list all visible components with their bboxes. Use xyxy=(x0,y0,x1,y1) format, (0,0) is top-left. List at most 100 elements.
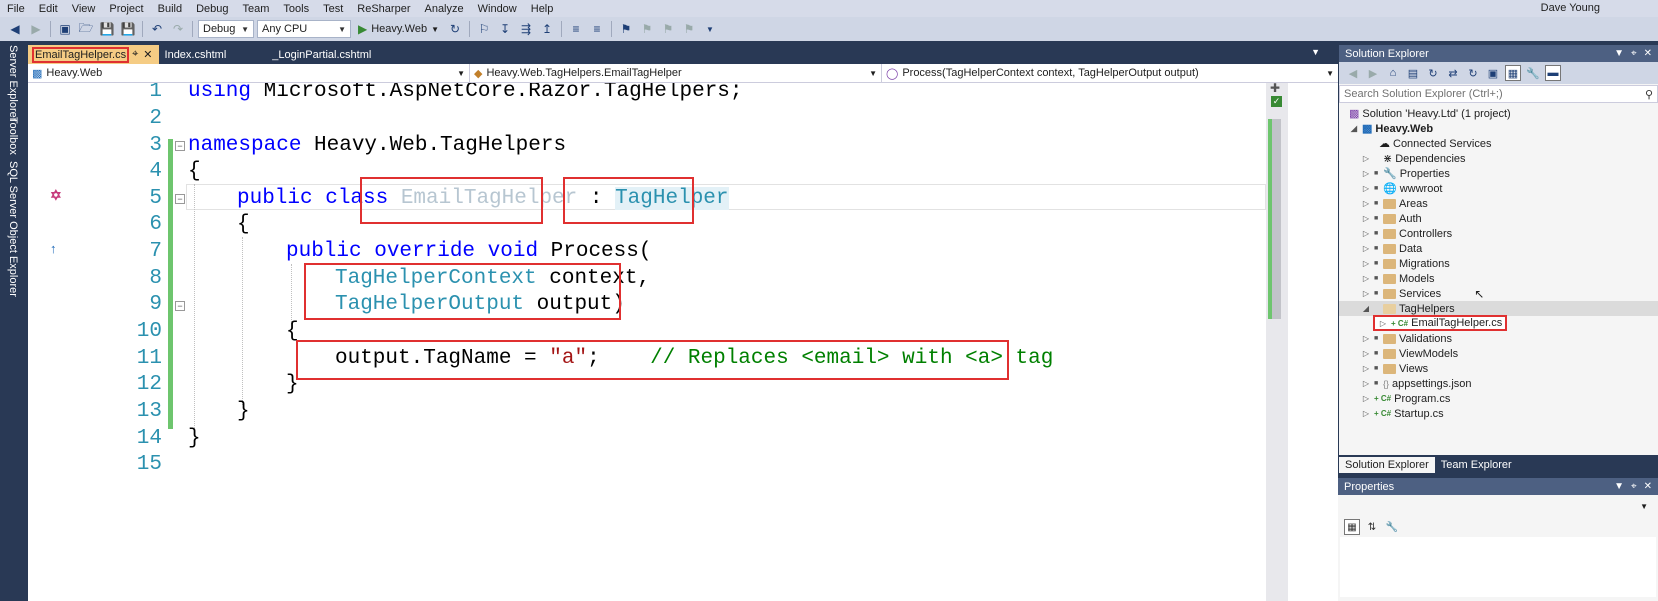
close-icon[interactable]: ✕ xyxy=(1644,48,1652,59)
collapsed-icon[interactable]: ▷ xyxy=(1361,274,1371,283)
properties-grid[interactable] xyxy=(1340,537,1656,597)
window-position-icon[interactable]: ▼ xyxy=(1614,481,1624,492)
back-icon[interactable]: ◀ xyxy=(6,20,24,38)
preview-icon[interactable]: ▬ xyxy=(1545,65,1561,81)
open-file-icon[interactable]: 🗁 xyxy=(77,20,95,38)
resharper-action-icon[interactable]: ✡ xyxy=(50,187,62,204)
start-debugging-button[interactable]: ▶ Heavy.Web ▼ xyxy=(354,22,443,36)
pin-icon[interactable]: ⌖ xyxy=(1631,481,1637,492)
tree-item[interactable]: ▷ ■ Views xyxy=(1361,361,1428,376)
tree-item[interactable]: ▷ ■ Services ↖ xyxy=(1361,286,1484,301)
browser-link-icon[interactable]: ⚐ xyxy=(475,20,493,38)
tree-item-selected[interactable]: ◢ TagHelpers xyxy=(1339,301,1658,316)
toolbar-overflow-icon[interactable]: ▼ xyxy=(701,20,719,38)
tab-loginpartial-cshtml[interactable]: _LoginPartial.cshtml xyxy=(266,45,377,64)
collapsed-icon[interactable]: ▷ xyxy=(1361,229,1371,238)
tree-item[interactable]: ▷ ■ Validations xyxy=(1361,331,1452,346)
menu-tools[interactable]: Tools xyxy=(276,3,316,15)
collapsed-icon[interactable]: ▷ xyxy=(1361,214,1371,223)
tree-item[interactable]: ▷ ■ Controllers xyxy=(1361,226,1452,241)
home-icon[interactable]: ⌂ xyxy=(1385,65,1401,81)
menu-file[interactable]: File xyxy=(0,3,32,15)
collapsed-icon[interactable]: ▷ xyxy=(1361,259,1371,268)
collapse-method-toggle[interactable]: − xyxy=(175,301,185,311)
menu-project[interactable]: Project xyxy=(102,3,150,15)
tree-item[interactable]: ▷ ■ Areas xyxy=(1361,196,1428,211)
configuration-select[interactable]: Debug ▼ xyxy=(198,20,254,38)
menu-help[interactable]: Help xyxy=(524,3,561,15)
properties-icon[interactable]: 🔧 xyxy=(1525,65,1541,81)
collapsed-icon[interactable]: ▷ xyxy=(1361,244,1371,253)
expanded-icon[interactable]: ◢ xyxy=(1361,304,1371,313)
collapse-all-icon[interactable]: ▣ xyxy=(1485,65,1501,81)
tree-item[interactable]: ☁ Connected Services xyxy=(1379,136,1491,151)
back-icon[interactable]: ◀ xyxy=(1345,65,1361,81)
collapse-namespace-toggle[interactable]: − xyxy=(175,141,185,151)
properties-object-select[interactable]: ▼ xyxy=(1342,497,1654,515)
tree-item[interactable]: ▷ + C# Startup.cs xyxy=(1361,406,1444,421)
clear-bookmarks-icon[interactable]: ⚑ xyxy=(680,20,698,38)
collapsed-icon[interactable]: ▷ xyxy=(1361,379,1371,388)
redo-icon[interactable]: ↷ xyxy=(169,20,187,38)
tab-team-explorer[interactable]: Team Explorer xyxy=(1435,457,1518,473)
tab-list-dropdown-icon[interactable]: ▼ xyxy=(1311,47,1320,57)
menu-edit[interactable]: Edit xyxy=(32,3,65,15)
tree-item[interactable]: ▷ + C# Program.cs xyxy=(1361,391,1450,406)
tree-item[interactable]: ▷ ■ Data xyxy=(1361,241,1422,256)
tree-item[interactable]: ▷ ■ Models xyxy=(1361,271,1435,286)
save-all-icon[interactable]: 💾 xyxy=(119,20,137,38)
toolbox-tab[interactable]: Toolbox xyxy=(7,117,19,155)
show-all-files-icon[interactable]: ▦ xyxy=(1505,65,1521,81)
sync-icon[interactable]: ⇄ xyxy=(1445,65,1461,81)
override-icon[interactable]: ↑ xyxy=(50,241,57,256)
collapsed-icon[interactable]: ▷ xyxy=(1378,319,1388,328)
collapse-class-toggle[interactable]: − xyxy=(175,194,185,204)
next-bookmark-icon[interactable]: ⚑ xyxy=(659,20,677,38)
scrollbar-thumb[interactable] xyxy=(1271,119,1281,319)
comment-icon[interactable]: ≡ xyxy=(567,20,585,38)
save-icon[interactable]: 💾 xyxy=(98,20,116,38)
bookmark-icon[interactable]: ⚑ xyxy=(617,20,635,38)
user-name[interactable]: Dave Young xyxy=(1541,2,1600,14)
menu-resharper[interactable]: ReSharper xyxy=(350,3,417,15)
pending-changes-icon[interactable]: ↻ xyxy=(1425,65,1441,81)
close-icon[interactable]: ✕ xyxy=(143,48,152,61)
refresh-icon[interactable]: ↻ xyxy=(1465,65,1481,81)
property-pages-icon[interactable]: 🔧 xyxy=(1384,519,1400,535)
menu-view[interactable]: View xyxy=(65,3,103,15)
collapsed-icon[interactable]: ▷ xyxy=(1361,394,1371,403)
sql-server-object-explorer-tab[interactable]: SQL Server Object Explorer xyxy=(7,161,19,297)
collapsed-icon[interactable]: ▷ xyxy=(1361,289,1371,298)
tree-item-emailtaghelper[interactable]: ▷ + C# EmailTagHelper.cs xyxy=(1373,315,1508,331)
editor-vertical-scrollbar[interactable]: ✚ ✓ xyxy=(1266,83,1288,601)
tab-emailtaghelper-cs[interactable]: EmailTagHelper.cs ⌖ ✕ xyxy=(28,45,159,64)
undo-icon[interactable]: ↶ xyxy=(148,20,166,38)
platform-select[interactable]: Any CPU ▼ xyxy=(257,20,351,38)
split-editor-icon[interactable]: ✚ xyxy=(1270,83,1280,95)
collapsed-icon[interactable]: ▷ xyxy=(1361,184,1371,193)
window-position-icon[interactable]: ▼ xyxy=(1614,48,1624,59)
collapsed-icon[interactable]: ▷ xyxy=(1361,364,1371,373)
alphabetical-icon[interactable]: ⇅ xyxy=(1364,519,1380,535)
tree-item[interactable]: ▷ ⋇ Dependencies xyxy=(1361,151,1466,166)
collapsed-icon[interactable]: ▷ xyxy=(1361,169,1371,178)
collapsed-icon[interactable]: ▷ xyxy=(1361,154,1371,163)
tree-item[interactable]: ▷ ■ {} appsettings.json xyxy=(1361,376,1472,391)
categorized-icon[interactable]: ▦ xyxy=(1344,519,1360,535)
forward-icon[interactable]: ▶ xyxy=(1365,65,1381,81)
collapsed-icon[interactable]: ▷ xyxy=(1361,334,1371,343)
tree-item[interactable]: ▷ ■ Migrations xyxy=(1361,256,1450,271)
step-into-icon[interactable]: ↧ xyxy=(496,20,514,38)
pin-icon[interactable]: ⌖ xyxy=(132,48,138,61)
prev-bookmark-icon[interactable]: ⚑ xyxy=(638,20,656,38)
tree-project[interactable]: ◢ ▩ Heavy.Web xyxy=(1349,121,1433,136)
menu-window[interactable]: Window xyxy=(471,3,524,15)
switch-views-icon[interactable]: ▤ xyxy=(1405,65,1421,81)
tree-item[interactable]: ▷ ■ Auth xyxy=(1361,211,1422,226)
solution-explorer-search[interactable]: Search Solution Explorer (Ctrl+;) ⚲ xyxy=(1339,85,1658,103)
step-out-icon[interactable]: ↥ xyxy=(538,20,556,38)
menu-analyze[interactable]: Analyze xyxy=(417,3,470,15)
close-icon[interactable]: ✕ xyxy=(1644,481,1652,492)
code-editor[interactable]: ✡ ↑ 1 2 3 4 5 6 7 8 9 10 11 12 13 14 15 … xyxy=(28,83,1338,601)
menu-build[interactable]: Build xyxy=(151,3,189,15)
